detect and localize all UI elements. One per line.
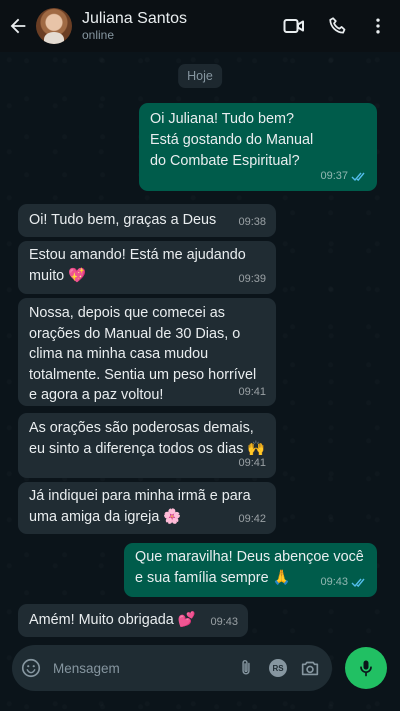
message-bubble-incoming[interactable]: Já indiquei para minha irmã e para uma a… [18, 482, 276, 534]
message-text: Oi Juliana! Tudo bem? Está gostando do M… [150, 111, 314, 169]
message-time: 09:41 [238, 385, 266, 398]
back-arrow-icon [10, 18, 26, 34]
emoji-button[interactable] [15, 645, 47, 691]
paperclip-icon [242, 659, 250, 675]
attach-button[interactable] [230, 645, 262, 691]
video-call-icon [283, 19, 304, 33]
video-call-button[interactable] [272, 4, 316, 48]
message-meta: 09:43 [210, 612, 238, 633]
camera-icon [301, 661, 319, 676]
message-text: Amém! Muito obrigada 💕 [29, 612, 196, 628]
message-time: 09:42 [238, 513, 266, 525]
message-text: Estou amando! Está me ajudando muito 💖 [29, 247, 246, 284]
message-bubble-outgoing[interactable]: Oi Juliana! Tudo bem? Está gostando do M… [139, 103, 377, 191]
date-chip: Hoje [178, 64, 222, 88]
emoji-icon [21, 658, 41, 678]
payment-button[interactable]: RS [262, 645, 294, 691]
message-meta: 09:43 [320, 572, 367, 593]
message-bubble-outgoing[interactable]: Que maravilha! Deus abençoe você e sua f… [124, 543, 377, 597]
message-time: 09:39 [238, 273, 266, 285]
contact-info[interactable]: Juliana Santos online [82, 9, 187, 43]
read-receipt-icon [351, 578, 365, 588]
microphone-icon [360, 660, 372, 677]
message-input[interactable] [47, 645, 230, 691]
message-text: Já indiquei para minha irmã e para uma a… [29, 488, 251, 525]
message-bubble-incoming[interactable]: Oi! Tudo bem, graças a Deus 09:38 [18, 204, 276, 237]
camera-button[interactable] [294, 645, 326, 691]
message-meta: 09:37 [320, 166, 367, 187]
avatar[interactable] [36, 8, 72, 44]
contact-name: Juliana Santos [82, 10, 187, 27]
voice-call-icon [329, 17, 346, 34]
message-text: Nossa, depois que comecei as orações do … [29, 305, 257, 403]
message-meta: 09:41 [238, 453, 266, 474]
voice-call-button[interactable] [316, 4, 360, 48]
message-bubble-incoming[interactable]: Nossa, depois que comecei as orações do … [18, 298, 276, 406]
message-bubble-incoming[interactable]: As orações são poderosas demais, eu sint… [18, 413, 276, 478]
back-button[interactable] [0, 0, 36, 52]
message-time: 09:41 [238, 457, 266, 469]
read-receipt-icon [351, 172, 365, 182]
message-meta: 09:38 [238, 212, 266, 233]
more-options-button[interactable] [360, 4, 396, 48]
more-options-icon [376, 18, 380, 34]
message-composer: RS [12, 645, 332, 691]
chat-screen: Juliana Santos online Hoje Oi Juliana! T… [0, 0, 400, 711]
message-time: 09:43 [320, 576, 348, 588]
message-bubble-incoming[interactable]: Amém! Muito obrigada 💕 09:43 [18, 604, 248, 637]
message-text: Oi! Tudo bem, graças a Deus [29, 212, 217, 228]
header-actions [272, 0, 400, 52]
rs-badge: RS [269, 659, 287, 677]
message-bubble-incoming[interactable]: Estou amando! Está me ajudando muito 💖 0… [18, 241, 276, 294]
message-meta: 09:39 [238, 269, 266, 290]
message-text: As orações são poderosas demais, eu sint… [29, 420, 266, 457]
voice-message-button[interactable] [345, 647, 387, 689]
contact-status: online [82, 28, 115, 42]
message-time: 09:38 [238, 216, 266, 228]
chat-header: Juliana Santos online [0, 0, 400, 52]
message-meta: 09:42 [238, 509, 266, 530]
message-time: 09:43 [210, 616, 238, 628]
message-time: 09:37 [320, 170, 348, 182]
message-meta: 09:41 [238, 382, 266, 403]
